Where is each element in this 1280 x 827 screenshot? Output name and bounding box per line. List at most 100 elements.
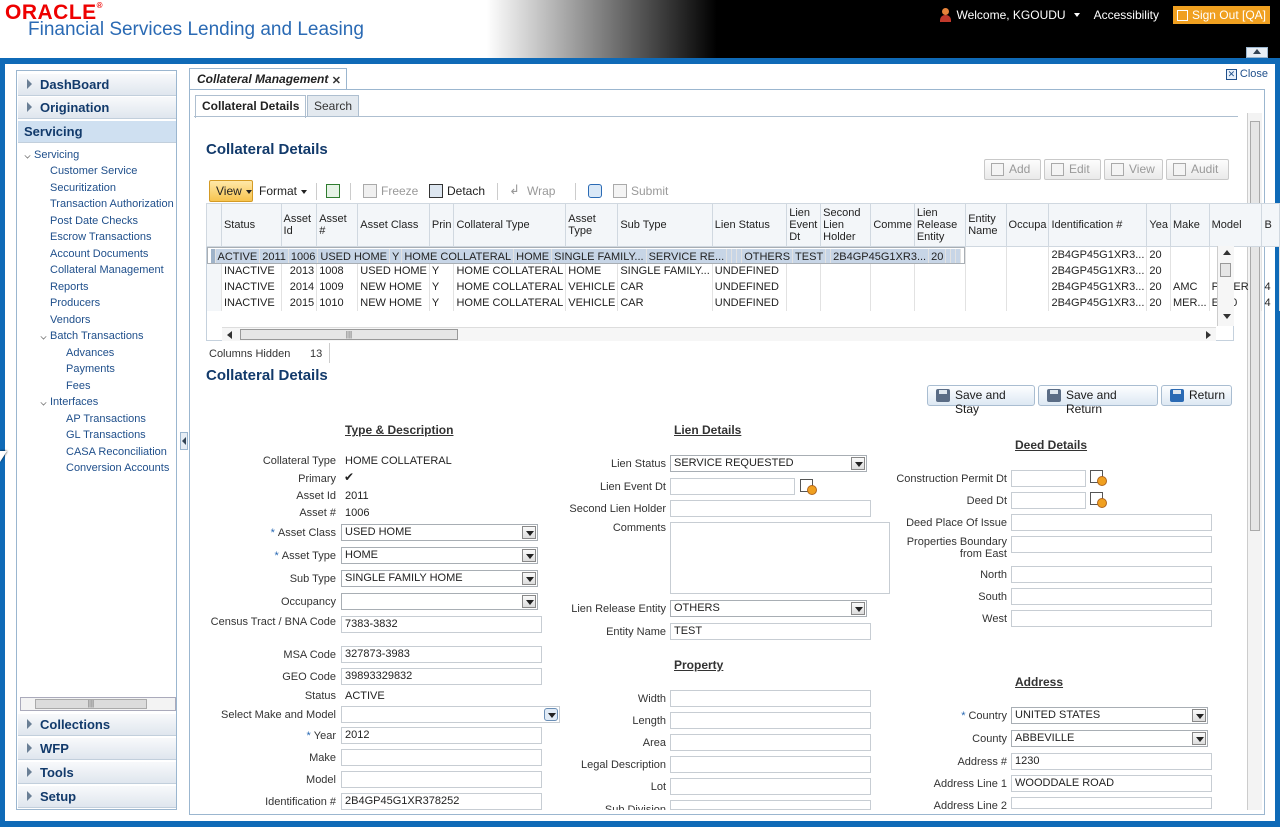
- audit-button[interactable]: Audit: [1166, 159, 1229, 180]
- boundary-east-input[interactable]: [1011, 536, 1212, 553]
- tree-item-servicing[interactable]: Servicing: [24, 149, 79, 161]
- table-row[interactable]: INACTIVE 2015 1010 NEW HOME Y HOME COLLATERAL…: [206, 295, 1280, 311]
- freeze-button[interactable]: Freeze: [381, 184, 418, 198]
- boundary-north-input[interactable]: [1011, 566, 1212, 583]
- column-header[interactable]: Entity Name: [965, 203, 1007, 247]
- sidebar-collapse-handle[interactable]: [180, 432, 188, 450]
- column-header[interactable]: Asset Class: [357, 203, 430, 247]
- model-input[interactable]: [341, 771, 542, 788]
- width-input[interactable]: [670, 690, 871, 707]
- accessibility-link[interactable]: Accessibility: [1094, 8, 1159, 22]
- asset-class-select[interactable]: USED HOME: [341, 524, 538, 541]
- column-header[interactable]: Identification #: [1048, 203, 1148, 247]
- census-tract-input[interactable]: 7383-3832: [341, 616, 542, 633]
- column-header[interactable]: Collateral Type: [453, 203, 567, 247]
- scroll-thumb[interactable]: |||: [35, 699, 147, 709]
- edit-button[interactable]: Edit: [1044, 159, 1101, 180]
- view-record-button[interactable]: View: [1104, 159, 1163, 180]
- column-header[interactable]: Model: [1208, 203, 1263, 247]
- scroll-down-icon[interactable]: [1223, 314, 1231, 319]
- column-header[interactable]: B: [1261, 203, 1280, 247]
- scroll-thumb[interactable]: [1220, 263, 1231, 277]
- country-select[interactable]: UNITED STATES: [1011, 707, 1208, 724]
- comments-textarea[interactable]: [670, 522, 890, 594]
- header-collapse-button[interactable]: [1246, 47, 1268, 58]
- sub-division-input[interactable]: [670, 800, 871, 810]
- lien-status-select[interactable]: SERVICE REQUESTED: [670, 455, 867, 472]
- document-tab[interactable]: Collateral Management ✕: [189, 68, 347, 90]
- row-selector[interactable]: [206, 295, 222, 311]
- grid-vertical-scrollbar[interactable]: [1217, 246, 1234, 326]
- scroll-thumb[interactable]: |||: [240, 329, 458, 340]
- identification-input[interactable]: 2B4GP45G1XR378252: [341, 793, 542, 810]
- tree-item-account-documents[interactable]: Account Documents: [50, 248, 148, 260]
- construction-permit-dt-input[interactable]: [1011, 470, 1086, 487]
- make-model-select[interactable]: [341, 706, 560, 723]
- sub-type-select[interactable]: SINGLE FAMILY HOME: [341, 570, 538, 587]
- lien-event-dt-input[interactable]: [670, 478, 795, 495]
- close-tab-icon[interactable]: ✕: [332, 74, 341, 87]
- calendar-icon[interactable]: [1090, 491, 1107, 508]
- tree-item-reports[interactable]: Reports: [50, 281, 89, 293]
- column-header[interactable]: Yea: [1146, 203, 1171, 247]
- tree-item-collateral-management[interactable]: Collateral Management: [50, 264, 164, 276]
- save-and-stay-button[interactable]: Save and Stay: [927, 385, 1035, 416]
- accordion-origination[interactable]: Origination: [18, 97, 176, 119]
- user-menu[interactable]: Welcome, KGOUDU: [939, 8, 1080, 22]
- scroll-up-icon[interactable]: [1223, 250, 1231, 255]
- column-header[interactable]: Lien Release Entity: [913, 203, 967, 247]
- detach-button[interactable]: Detach: [447, 184, 485, 198]
- tree-item-conversion-accounts[interactable]: Conversion Accounts: [66, 462, 169, 474]
- tree-item-post-date-checks[interactable]: Post Date Checks: [50, 215, 138, 227]
- tree-item-payments[interactable]: Payments: [66, 363, 115, 375]
- save-and-return-button[interactable]: Save and Return: [1038, 385, 1158, 416]
- tree-item-advances[interactable]: Advances: [66, 347, 114, 359]
- format-menu[interactable]: Format: [259, 184, 308, 198]
- deed-dt-input[interactable]: [1011, 492, 1086, 509]
- tree-item-ap-transactions[interactable]: AP Transactions: [66, 413, 146, 425]
- view-menu[interactable]: View: [209, 180, 253, 202]
- row-selector[interactable]: [206, 263, 222, 279]
- tree-item-escrow-transactions[interactable]: Escrow Transactions: [50, 231, 151, 243]
- wrap-button[interactable]: Wrap: [527, 184, 555, 198]
- county-select[interactable]: ABBEVILLE: [1011, 730, 1208, 747]
- column-header[interactable]: Lien Status: [711, 203, 788, 247]
- tree-item-customer-service[interactable]: Customer Service: [50, 165, 137, 177]
- address-number-input[interactable]: 1230: [1011, 753, 1212, 770]
- column-header[interactable]: Asset Type: [565, 203, 619, 247]
- area-input[interactable]: [670, 734, 871, 751]
- scroll-right-icon[interactable]: [1206, 331, 1211, 339]
- tab-search[interactable]: Search: [307, 95, 360, 117]
- msa-code-input[interactable]: 327873-3983: [341, 646, 542, 663]
- column-header[interactable]: Asset #: [316, 203, 359, 247]
- make-input[interactable]: [341, 749, 542, 766]
- return-button[interactable]: Return: [1161, 385, 1232, 406]
- column-header[interactable]: Prin: [428, 203, 455, 247]
- close-link[interactable]: ✕ Close: [1225, 68, 1268, 80]
- lot-input[interactable]: [670, 778, 871, 795]
- boundary-west-input[interactable]: [1011, 610, 1212, 627]
- column-header[interactable]: Make: [1169, 203, 1210, 247]
- year-input[interactable]: 2012: [341, 727, 542, 744]
- sign-out-button[interactable]: Sign Out [QA]: [1172, 6, 1270, 24]
- boundary-south-input[interactable]: [1011, 588, 1212, 605]
- address-line1-input[interactable]: WOODDALE ROAD: [1011, 775, 1212, 792]
- tree-item-securitization[interactable]: Securitization: [50, 182, 116, 194]
- accordion-collections[interactable]: Collections: [18, 714, 176, 736]
- calendar-icon[interactable]: [800, 478, 817, 495]
- table-row[interactable]: INACTIVE 2014 1009 NEW HOME Y HOME COLLATERAL…: [206, 279, 1280, 295]
- accordion-wfp[interactable]: WFP: [18, 738, 176, 760]
- legal-description-input[interactable]: [670, 756, 871, 773]
- submit-button[interactable]: Submit: [631, 184, 668, 198]
- accordion-dashboard[interactable]: DashBoard: [18, 74, 176, 96]
- table-row[interactable]: INACTIVE 2013 1008 USED HOME Y HOME COLLATERA…: [206, 263, 1280, 279]
- tree-item-producers[interactable]: Producers: [50, 297, 100, 309]
- second-lien-holder-input[interactable]: [670, 500, 871, 517]
- accordion-tools[interactable]: Tools: [18, 762, 176, 784]
- tree-item-batch-transactions[interactable]: Batch Transactions: [40, 330, 144, 342]
- column-header[interactable]: Lien Event Dt: [786, 203, 822, 247]
- entity-name-input[interactable]: TEST: [670, 623, 871, 640]
- export-icon[interactable]: [326, 184, 340, 198]
- tree-item-transaction-authorization[interactable]: Transaction Authorization: [50, 198, 174, 210]
- column-header[interactable]: Second Lien Holder: [820, 203, 872, 247]
